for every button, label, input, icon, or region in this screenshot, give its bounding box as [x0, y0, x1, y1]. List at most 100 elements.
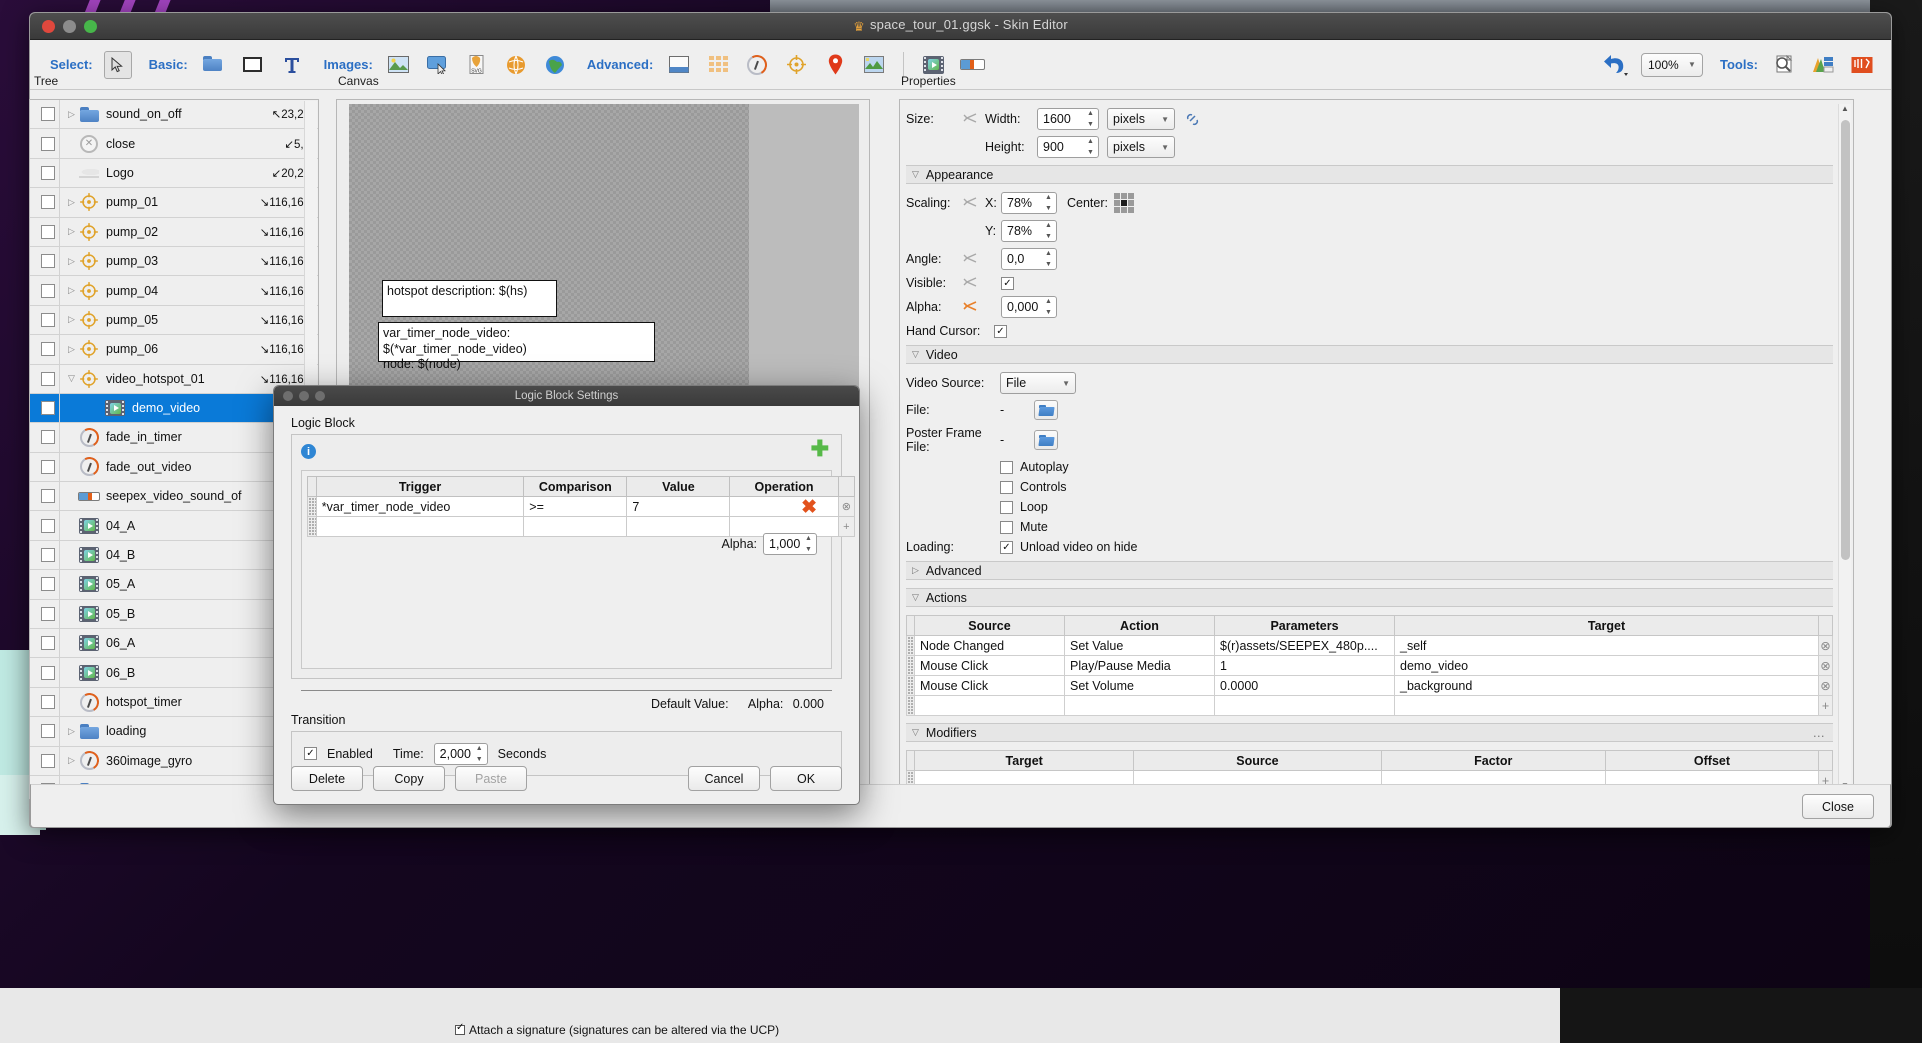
info-icon[interactable]: i [301, 444, 316, 459]
tree-row-close[interactable]: ✕ close ↙5,5 [30, 129, 318, 159]
remove-action-row-icon[interactable]: ⊗ [1818, 635, 1833, 656]
section-video[interactable]: ▽ Video [906, 345, 1833, 364]
tree-expand-toggle[interactable]: ▷ [65, 344, 78, 355]
stepper-down-icon[interactable]: ▼ [805, 546, 812, 553]
map-icon[interactable] [540, 50, 570, 80]
section-advanced[interactable]: ▷ Advanced [906, 561, 1833, 580]
hotspot-icon[interactable] [781, 50, 811, 80]
stepper-down-icon[interactable]: ▼ [1045, 261, 1052, 268]
tree-row-checkbox[interactable] [41, 254, 55, 269]
center-anchor-picker[interactable] [1114, 193, 1134, 213]
tree-row-checkbox[interactable] [41, 224, 55, 239]
logic-alpha-input[interactable]: 1,000 ▲ ▼ [763, 533, 817, 555]
dynamic-link-icon[interactable] [962, 252, 978, 266]
action-target-cell[interactable]: demo_video [1394, 655, 1819, 676]
tree-row-checkbox[interactable] [41, 342, 55, 357]
width-input[interactable]: 1600 ▲ ▼ [1037, 108, 1099, 130]
button-icon[interactable] [423, 50, 453, 80]
tree-expand-toggle[interactable]: ▷ [65, 285, 78, 296]
svg-icon[interactable]: SVG [462, 50, 492, 80]
lb-comparison-cell[interactable] [523, 516, 628, 537]
stepper-down-icon[interactable]: ▼ [476, 756, 483, 763]
delete-button[interactable]: Delete [291, 766, 363, 791]
properties-scrollbar-thumb[interactable] [1841, 120, 1850, 560]
action-parameters-cell[interactable] [1214, 695, 1395, 716]
remove-logic-row-icon[interactable]: ⊗ [837, 496, 856, 517]
transition-enabled-checkbox[interactable]: ✓ [304, 747, 317, 760]
add-logic-row-icon[interactable]: + [837, 516, 856, 537]
window-controls[interactable] [42, 19, 97, 33]
action-source-cell[interactable]: Node Changed [914, 635, 1065, 656]
table-row[interactable]: Node Changed Set Value $(r)assets/SEEPEX_4… [906, 635, 1833, 656]
scaling-y-input[interactable]: 78% ▲ ▼ [1001, 220, 1057, 242]
stepper-up-icon[interactable]: ▲ [1087, 138, 1094, 145]
minimize-window-button[interactable] [63, 19, 76, 33]
tree-row-checkbox[interactable] [41, 136, 55, 151]
image-icon[interactable] [384, 50, 414, 80]
maximize-window-button[interactable] [84, 19, 97, 33]
thumbnail-icon[interactable] [859, 50, 889, 80]
angle-input[interactable]: 0,0 ▲ ▼ [1001, 248, 1057, 270]
browse-file-button[interactable] [1034, 400, 1058, 420]
globe-icon[interactable] [501, 50, 531, 80]
tree-row-checkbox[interactable] [41, 489, 55, 504]
close-button[interactable]: Close [1802, 794, 1874, 819]
hotspot-description-box[interactable]: hotspot description: $(hs) [382, 280, 557, 317]
palette-icon[interactable] [1808, 50, 1838, 80]
signature-checkbox[interactable] [455, 1022, 465, 1035]
lb-operation-cell[interactable] [729, 496, 839, 517]
action-action-cell[interactable]: Play/Pause Media [1064, 655, 1215, 676]
hand-cursor-checkbox[interactable]: ✓ [994, 324, 1007, 338]
tree-expand-toggle[interactable]: ▷ [65, 726, 78, 737]
action-parameters-cell[interactable]: $(r)assets/SEEPEX_480p.... [1214, 635, 1395, 656]
tree-expand-toggle[interactable]: ▷ [65, 109, 78, 120]
tree-row-checkbox[interactable] [41, 312, 55, 327]
stepper-down-icon[interactable]: ▼ [1087, 121, 1094, 128]
grid-icon[interactable] [703, 50, 733, 80]
controls-checkbox[interactable] [1000, 480, 1013, 494]
rectangle-icon[interactable] [238, 50, 268, 80]
tree-row-checkbox[interactable] [41, 548, 55, 563]
tree-row-pump_02[interactable]: ▷ pump_02 ↘116,160 [30, 217, 318, 247]
lb-trigger-cell[interactable] [315, 516, 525, 537]
tree-row-checkbox[interactable] [41, 753, 55, 768]
tree-row-checkbox[interactable] [41, 695, 55, 709]
cursor-arrow-icon[interactable] [103, 50, 132, 79]
tree-row-pump_01[interactable]: ▷ pump_01 ↘116,160 [30, 188, 318, 218]
stepper-up-icon[interactable]: ▲ [1045, 298, 1052, 305]
magnifier-icon[interactable] [1769, 50, 1799, 80]
row-drag-handle[interactable] [906, 675, 915, 696]
delete-row-icon[interactable]: ✖ [801, 496, 817, 519]
tree-row-checkbox[interactable] [41, 165, 55, 180]
scaling-x-input[interactable]: 78% ▲ ▼ [1001, 192, 1057, 214]
tree-row-checkbox[interactable] [41, 107, 55, 122]
tree-row-checkbox[interactable] [41, 371, 55, 386]
row-drag-handle[interactable] [906, 655, 915, 676]
stepper-up-icon[interactable]: ▲ [1045, 194, 1052, 201]
mute-checkbox[interactable] [1000, 520, 1013, 534]
tree-row-checkbox[interactable] [41, 724, 55, 739]
action-action-cell[interactable] [1064, 695, 1215, 716]
tree-row-Logo[interactable]: Logo ↙20,20 [30, 158, 318, 189]
add-action-row-icon[interactable]: + [1818, 695, 1833, 716]
table-row[interactable]: *var_timer_node_video >= 7 ⊗ [307, 496, 856, 517]
action-target-cell[interactable]: _background [1394, 675, 1819, 696]
autoplay-checkbox[interactable] [1000, 460, 1013, 474]
browse-poster-button[interactable] [1034, 430, 1058, 450]
alpha-input[interactable]: 0,000 ▲ ▼ [1001, 296, 1057, 318]
action-action-cell[interactable]: Set Volume [1064, 675, 1215, 696]
height-input[interactable]: 900 ▲ ▼ [1037, 136, 1099, 158]
transition-time-input[interactable]: 2,000 ▲ ▼ [433, 742, 488, 765]
table-row[interactable]: Mouse Click Play/Pause Media 1 demo_video ⊗ [906, 655, 1833, 676]
tree-row-checkbox[interactable] [41, 430, 55, 445]
dynamic-link-icon[interactable] [962, 112, 978, 126]
tree-row-checkbox[interactable] [41, 195, 55, 210]
zoom-level-select[interactable]: 100% ▼ [1640, 52, 1703, 77]
action-target-cell[interactable] [1394, 695, 1819, 716]
tree-row-sound_on_off[interactable]: ▷ sound_on_off ↖23,23 [30, 100, 318, 130]
video-source-select[interactable]: File ▼ [1000, 372, 1076, 394]
tree-row-pump_05[interactable]: ▷ pump_05 ↘116,160 [30, 305, 318, 336]
tree-row-checkbox[interactable] [41, 606, 55, 621]
tree-expand-toggle[interactable]: ▷ [65, 197, 78, 208]
tree-row-checkbox[interactable] [41, 665, 55, 680]
